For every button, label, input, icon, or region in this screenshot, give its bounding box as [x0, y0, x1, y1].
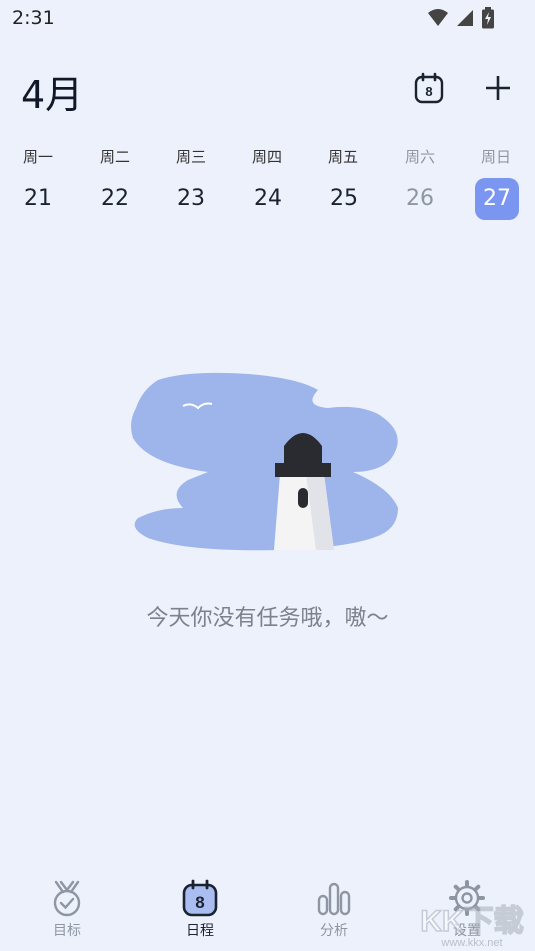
nav-item-analysis[interactable]: 分析 — [289, 872, 379, 944]
lighthouse-gallery — [275, 463, 331, 477]
weekday-header-row: 周一 周二 周三 周四 周五 周六 周日 — [0, 146, 535, 166]
date-row: 21 22 23 24 25 26 27 — [0, 178, 535, 224]
date-cell[interactable]: 22 — [93, 178, 137, 220]
cloud-shape — [131, 372, 399, 551]
calendar-icon: 8 — [182, 879, 218, 917]
weekday-label: 周三 — [175, 148, 206, 166]
empty-state-message: 今天你没有任务哦，嗷～ — [146, 606, 389, 631]
battery-charging-icon — [482, 7, 494, 29]
weekday-label: 周五 — [327, 148, 358, 166]
bar-chart-icon — [317, 882, 351, 916]
calendar-badge: 8 — [195, 893, 204, 912]
nav-item-goals[interactable]: 目标 — [22, 872, 112, 944]
status-icons — [427, 7, 495, 29]
weekday-label: 周二 — [99, 148, 130, 166]
weekday-label: 周六 — [404, 148, 435, 166]
weekday-label: 周一 — [22, 148, 53, 166]
add-task-button[interactable] — [478, 68, 518, 108]
date-cell-selected[interactable]: 27 — [475, 178, 519, 220]
status-bar: 2:31 — [0, 0, 535, 38]
header: 4月 8 — [0, 60, 535, 120]
watermark-text: KK下载 — [420, 905, 523, 938]
today-button[interactable]: 8 — [410, 68, 448, 108]
date-cell[interactable]: 25 — [322, 178, 366, 220]
date-cell[interactable]: 23 — [169, 178, 213, 220]
weekday-label: 周日 — [480, 148, 511, 166]
nav-label: 日程 — [186, 923, 214, 939]
today-badge: 8 — [425, 84, 432, 99]
lighthouse-window — [298, 488, 308, 508]
date-cell[interactable]: 26 — [398, 178, 442, 220]
weekday-label: 周四 — [251, 148, 282, 166]
date-cell[interactable]: 24 — [246, 178, 290, 220]
month-title: 4月 — [21, 73, 84, 117]
status-time: 2:31 — [12, 7, 55, 29]
medal-check-icon — [53, 880, 81, 917]
nav-item-schedule[interactable]: 8 日程 — [155, 872, 245, 944]
watermark-url: www.kkx.net — [440, 937, 502, 949]
nav-label: 目标 — [53, 923, 81, 939]
nav-label: 分析 — [320, 923, 348, 939]
calendar-today-icon: 8 — [414, 72, 444, 104]
lighthouse-illustration — [131, 372, 399, 551]
plus-icon — [486, 76, 510, 100]
wifi-icon — [428, 9, 448, 26]
kk-logo-icon: KK下载 www.kkx.net — [420, 904, 525, 949]
date-cell[interactable]: 21 — [16, 178, 60, 220]
watermark-logo: KK下载 www.kkx.net — [411, 901, 533, 949]
signal-icon — [457, 10, 473, 26]
